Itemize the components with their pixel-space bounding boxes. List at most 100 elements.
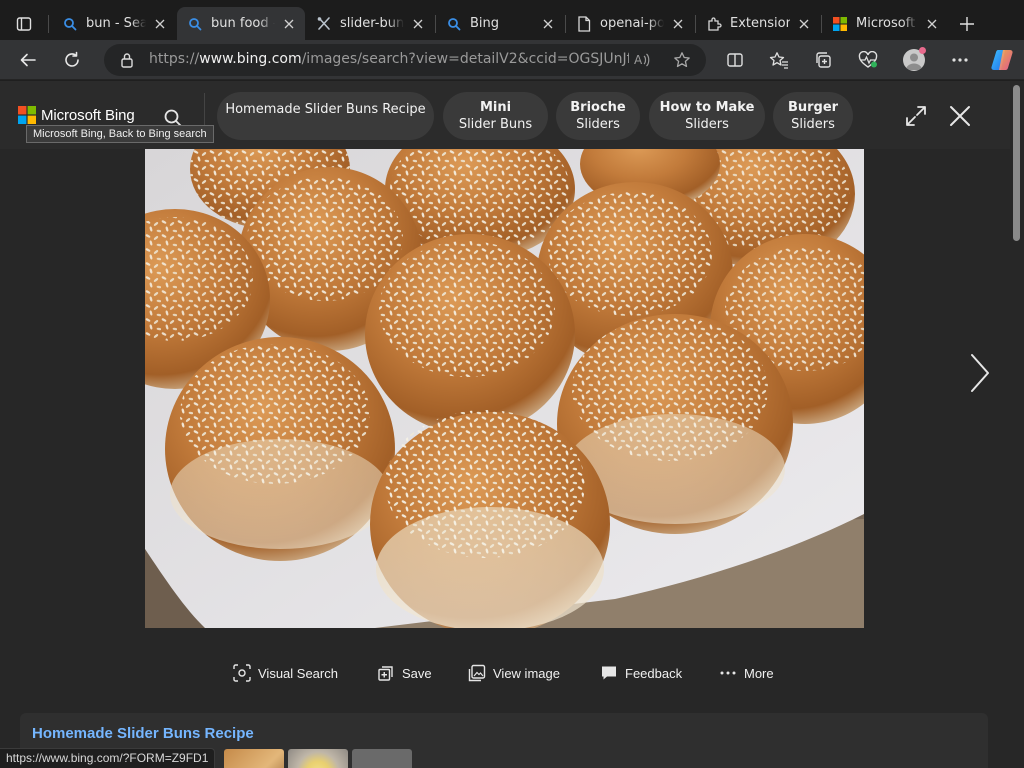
tab-bun-food-search[interactable]: bun food - Search — [177, 7, 305, 40]
tab-microsoft-bing[interactable]: Microsoft Bing — [822, 7, 948, 40]
url-scheme: https:// — [149, 51, 200, 67]
chip-label-line2: Slider Buns — [458, 117, 533, 132]
close-tab-icon[interactable] — [794, 14, 814, 34]
close-tab-icon[interactable] — [668, 14, 688, 34]
page-scrollbar[interactable] — [1010, 81, 1024, 768]
detail-image[interactable] — [145, 149, 864, 628]
logo-text: Microsoft Bing — [41, 106, 135, 124]
visual-search-button[interactable]: Visual Search — [232, 659, 338, 687]
document-icon — [576, 15, 592, 32]
image-actions-bar: Visual Search Save View image Feedback M… — [0, 659, 1010, 689]
result-title-link[interactable]: Homemade Slider Buns Recipe — [32, 725, 254, 742]
chip-label-line2: Sliders — [791, 117, 835, 132]
chip-label-line1: How to Make — [659, 100, 755, 115]
logo-tooltip: Microsoft Bing, Back to Bing search — [26, 125, 214, 143]
related-thumbnail[interactable] — [224, 749, 284, 768]
close-tab-icon[interactable] — [922, 14, 942, 34]
scrollbar-thumb[interactable] — [1013, 85, 1020, 241]
favorite-star-icon[interactable] — [671, 49, 693, 71]
tab-slider-buns[interactable]: slider-buns — [306, 7, 434, 40]
close-tab-icon[interactable] — [150, 14, 170, 34]
microsoft-logo — [18, 106, 36, 124]
bing-image-viewer: Microsoft Bing Homemade Slider Buns Reci… — [0, 81, 1010, 768]
tab-bing[interactable]: Bing — [436, 7, 564, 40]
close-tab-icon[interactable] — [408, 14, 428, 34]
visual-search-icon — [232, 663, 252, 683]
related-chip-mini-slider-buns[interactable]: Mini Slider Buns — [443, 92, 548, 140]
svg-text:A: A — [634, 53, 643, 67]
fullscreen-button[interactable] — [901, 101, 931, 131]
settings-more-button[interactable] — [946, 46, 974, 74]
tab-actions-button[interactable] — [10, 10, 38, 38]
save-button[interactable]: Save — [376, 659, 432, 687]
tab-title: Microsoft Bing — [856, 16, 918, 31]
view-image-icon — [467, 663, 487, 683]
tab-title: openai-policy — [600, 16, 664, 31]
view-image-button[interactable]: View image — [467, 659, 560, 687]
heart-pulse-icon — [858, 51, 878, 68]
action-label: More — [744, 665, 774, 681]
copilot-icon — [991, 50, 1013, 70]
back-button[interactable] — [14, 46, 42, 74]
status-bar-url: https://www.bing.com/?FORM=Z9FD1 — [0, 748, 216, 768]
tab-title: bun - Search — [86, 16, 146, 31]
arrow-left-icon — [20, 53, 36, 67]
close-tab-icon[interactable] — [538, 14, 558, 34]
action-label: Save — [402, 665, 432, 681]
new-tab-button[interactable] — [956, 13, 978, 35]
url-text[interactable]: https://www.bing.com/images/search?view=… — [149, 51, 629, 67]
tab-strip: bun - Search bun food - Search slider-bu… — [0, 0, 1024, 40]
chip-label-line2: Sliders — [685, 117, 729, 132]
action-label: Visual Search — [258, 665, 338, 681]
profile-button[interactable] — [900, 46, 928, 74]
feedback-button[interactable]: Feedback — [599, 659, 682, 687]
microsoft-logo — [832, 16, 848, 32]
browser-toolbar: https://www.bing.com/images/search?view=… — [0, 40, 1024, 80]
action-label: View image — [493, 665, 560, 681]
ellipsis-icon — [952, 58, 968, 62]
related-chip-burger-sliders[interactable]: Burger Sliders — [773, 92, 853, 140]
address-bar[interactable]: https://www.bing.com/images/search?view=… — [104, 44, 706, 76]
next-image-button[interactable] — [962, 351, 998, 395]
lock-icon[interactable] — [116, 49, 138, 71]
tab-openai-policy[interactable]: openai-policy — [566, 7, 694, 40]
refresh-icon — [65, 51, 79, 67]
related-thumbnail[interactable] — [352, 749, 412, 768]
plus-icon — [960, 17, 974, 31]
favorites-button[interactable] — [765, 46, 793, 74]
bing-logo-link[interactable]: Microsoft Bing — [18, 106, 135, 124]
more-button[interactable]: More — [718, 659, 774, 687]
notification-dot — [919, 47, 926, 54]
chip-label-line1: Burger — [787, 100, 839, 115]
collections-icon — [816, 52, 831, 68]
save-icon — [376, 663, 396, 683]
tab-bun-search[interactable]: bun - Search — [52, 7, 176, 40]
action-label: Feedback — [625, 665, 683, 681]
collections-button[interactable] — [809, 46, 837, 74]
feedback-icon — [599, 663, 619, 683]
expand-icon — [906, 106, 926, 126]
chip-label-line1: Brioche — [570, 100, 626, 115]
tab-actions-icon — [16, 17, 32, 31]
bing-search-icon — [446, 16, 462, 32]
related-thumbnail[interactable] — [288, 749, 348, 768]
puzzle-icon — [706, 16, 722, 32]
tab-title: slider-buns — [340, 16, 404, 31]
chevron-right-icon — [971, 354, 989, 392]
close-tab-icon[interactable] — [279, 14, 299, 34]
chip-label: Homemade Slider Buns Recipe — [225, 101, 426, 117]
refresh-button[interactable] — [58, 46, 86, 74]
favorites-icon — [769, 52, 788, 69]
tab-title: bun food - Search — [211, 16, 275, 31]
copilot-button[interactable] — [988, 46, 1016, 74]
related-chip-brioche-sliders[interactable]: Brioche Sliders — [556, 92, 640, 140]
related-chip-how-to-make-sliders[interactable]: How to Make Sliders — [649, 92, 765, 140]
bing-search-icon — [187, 16, 203, 32]
tab-separator — [48, 15, 49, 33]
related-chip-homemade-slider-buns[interactable]: Homemade Slider Buns Recipe — [217, 92, 434, 140]
split-screen-button[interactable] — [721, 46, 749, 74]
read-aloud-icon[interactable]: A — [632, 49, 654, 71]
close-viewer-button[interactable] — [945, 101, 975, 131]
tab-extensions[interactable]: Extensions — [696, 7, 820, 40]
browser-essentials-button[interactable] — [854, 46, 882, 74]
